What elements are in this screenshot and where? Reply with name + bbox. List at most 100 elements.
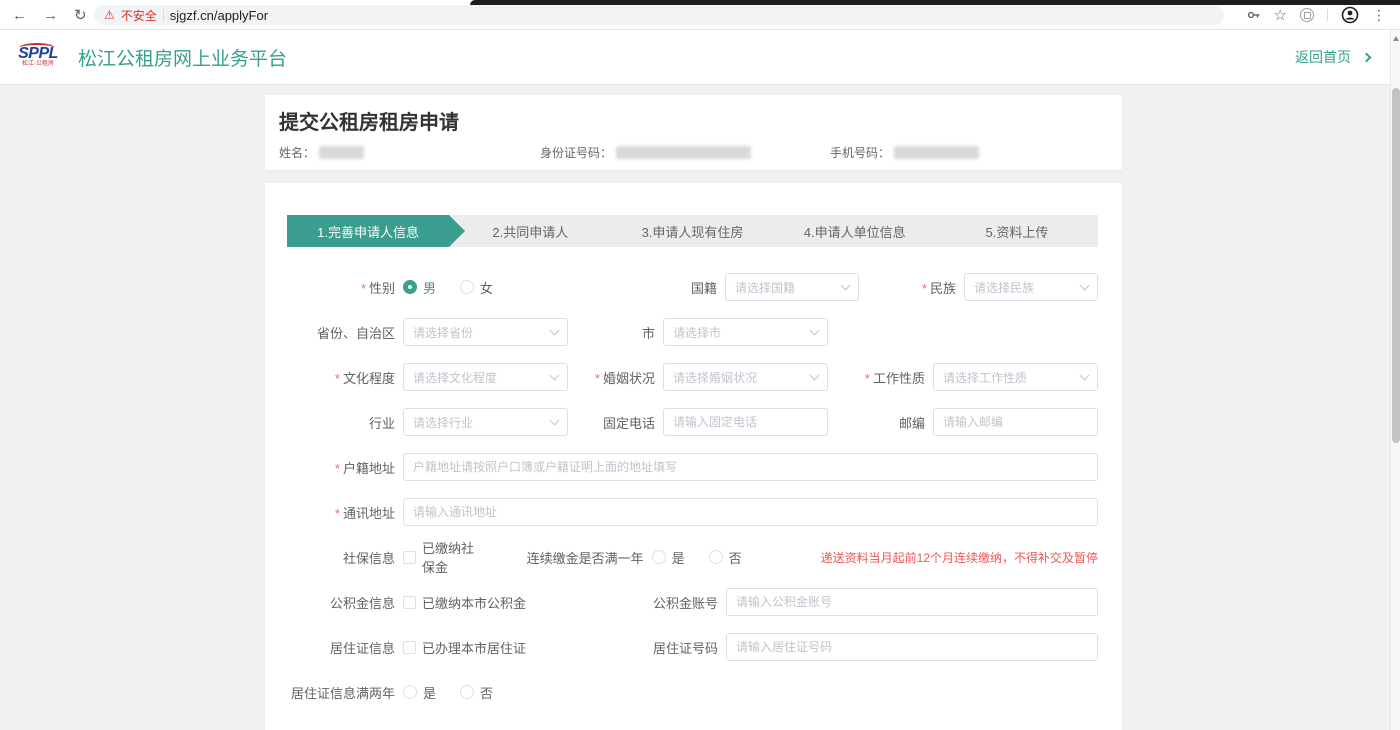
- forward-icon[interactable]: →: [43, 7, 58, 24]
- social-security-checkbox-label[interactable]: 已缴纳社保金: [422, 538, 486, 576]
- chevron-down-icon: [841, 281, 851, 291]
- step-2-co-applicants[interactable]: 2.共同申请人: [449, 215, 611, 247]
- password-key-icon[interactable]: [1247, 8, 1261, 22]
- residence-no-label: 居住证号码: [526, 638, 718, 657]
- continuous-payment-no-radio[interactable]: [709, 550, 723, 564]
- bookmark-star-icon[interactable]: ☆: [1274, 6, 1287, 24]
- continuous-payment-label: 连续缴金是否满一年: [486, 548, 644, 567]
- city-select[interactable]: 请选择市: [663, 318, 828, 346]
- contact-address-input[interactable]: [403, 498, 1098, 526]
- page-title: 提交公租房租房申请: [279, 106, 1108, 135]
- ethnic-select[interactable]: 请选择民族: [964, 273, 1098, 301]
- divider: [1327, 9, 1328, 21]
- telephone-input[interactable]: [663, 408, 828, 436]
- sppl-logo[interactable]: SPPL 松江·公租房: [14, 47, 62, 68]
- chevron-down-icon: [1080, 281, 1090, 291]
- residence-checkbox[interactable]: [403, 641, 416, 654]
- work-type-label: 工作性质: [828, 368, 925, 387]
- divider: [163, 9, 164, 21]
- chevron-down-icon: [810, 326, 820, 336]
- education-select[interactable]: 请选择文化程度: [403, 363, 568, 391]
- applicant-form: 性别 男 女 国籍 请选择国籍 民族 请选择民族: [287, 273, 1098, 706]
- city-label: 市: [568, 323, 655, 342]
- residence-two-years-yes-label[interactable]: 是: [423, 683, 436, 702]
- chevron-down-icon: [550, 371, 560, 381]
- work-type-select[interactable]: 请选择工作性质: [933, 363, 1098, 391]
- page: ← → ↻ ⚠ 不安全 sjgzf.cn/applyFor ☆ ⋮: [0, 0, 1400, 730]
- logo-arc: [19, 43, 55, 53]
- gender-female-radio[interactable]: [460, 280, 474, 294]
- fund-account-input[interactable]: [726, 588, 1098, 616]
- marriage-label: 婚姻状况: [568, 368, 655, 387]
- phone-value-redacted: [894, 146, 979, 159]
- telephone-label: 固定电话: [568, 413, 655, 432]
- name-value-redacted: [319, 146, 364, 159]
- application-form-card: 1.完善申请人信息 2.共同申请人 3.申请人现有住房 4.申请人单位信息 5.…: [265, 183, 1122, 730]
- postcode-input[interactable]: [933, 408, 1098, 436]
- social-security-note: 递送资料当月起前12个月连续缴纳，不得补交及暂停: [821, 549, 1098, 566]
- extension-icon[interactable]: [1300, 8, 1314, 22]
- url-text[interactable]: sjgzf.cn/applyFor: [170, 8, 268, 23]
- residence-two-years-label: 居住证信息满两年: [287, 683, 395, 702]
- social-security-checkbox[interactable]: [403, 551, 416, 564]
- step-1-applicant-info[interactable]: 1.完善申请人信息: [287, 215, 449, 247]
- address-bar[interactable]: ⚠ 不安全 sjgzf.cn/applyFor: [94, 5, 1224, 25]
- residence-no-input[interactable]: [726, 633, 1098, 661]
- industry-label: 行业: [287, 413, 395, 432]
- continuous-payment-yes-label[interactable]: 是: [672, 548, 685, 567]
- back-icon[interactable]: ←: [12, 7, 27, 24]
- industry-select[interactable]: 请选择行业: [403, 408, 568, 436]
- fund-checkbox[interactable]: [403, 596, 416, 609]
- residence-two-years-no-radio[interactable]: [460, 685, 474, 699]
- step-5-upload-documents[interactable]: 5.资料上传: [936, 215, 1098, 247]
- postcode-label: 邮编: [828, 413, 925, 432]
- province-select[interactable]: 请选择省份: [403, 318, 568, 346]
- back-home-label: 返回首页: [1295, 47, 1351, 67]
- back-home-link[interactable]: 返回首页: [1295, 47, 1370, 67]
- social-security-label: 社保信息: [287, 548, 395, 567]
- nationality-select[interactable]: 请选择国籍: [725, 273, 859, 301]
- continuous-payment-yes-radio[interactable]: [652, 550, 666, 564]
- apply-summary-card: 提交公租房租房申请 姓名： 身份证号码： 手机号码：: [265, 95, 1122, 170]
- education-label: 文化程度: [287, 368, 395, 387]
- chevron-down-icon: [550, 416, 560, 426]
- residence-two-years-yes-radio[interactable]: [403, 685, 417, 699]
- chevron-down-icon: [550, 326, 560, 336]
- reload-icon[interactable]: ↻: [74, 6, 87, 24]
- chevron-right-icon: [1362, 53, 1372, 63]
- marriage-select[interactable]: 请选择婚姻状况: [663, 363, 828, 391]
- chrome-menu-icon[interactable]: ⋮: [1372, 7, 1386, 24]
- contact-address-label: 通讯地址: [287, 503, 395, 522]
- gender-male-label[interactable]: 男: [423, 278, 436, 297]
- residence-label: 居住证信息: [287, 638, 395, 657]
- fund-account-label: 公积金账号: [526, 593, 718, 612]
- census-address-label: 户籍地址: [287, 458, 395, 477]
- fund-checkbox-label[interactable]: 已缴纳本市公积金: [422, 593, 526, 612]
- step-bar: 1.完善申请人信息 2.共同申请人 3.申请人现有住房 4.申请人单位信息 5.…: [287, 215, 1098, 247]
- scroll-up-arrow-icon[interactable]: [1393, 36, 1399, 41]
- main-content: 提交公租房租房申请 姓名： 身份证号码： 手机号码： 1.完善申请人信息: [0, 85, 1400, 730]
- site-title: 松江公租房网上业务平台: [78, 44, 287, 71]
- security-warning-icon[interactable]: ⚠: [104, 9, 115, 21]
- logo-subtext: 松江·公租房: [14, 61, 62, 68]
- id-number-value-redacted: [616, 146, 751, 159]
- tabstrip-edge: [470, 0, 1400, 5]
- residence-checkbox-label[interactable]: 已办理本市居住证: [422, 638, 526, 657]
- name-label: 姓名：: [279, 144, 315, 161]
- gender-female-label[interactable]: 女: [480, 278, 493, 297]
- site-header: SPPL 松江·公租房 松江公租房网上业务平台 返回首页: [0, 30, 1400, 85]
- step-4-employer-info[interactable]: 4.申请人单位信息: [774, 215, 936, 247]
- gender-label: 性别: [287, 278, 395, 297]
- nationality-label: 国籍: [621, 278, 717, 297]
- step-3-current-housing[interactable]: 3.申请人现有住房: [611, 215, 773, 247]
- census-address-input[interactable]: [403, 453, 1098, 481]
- page-scrollbar[interactable]: [1390, 30, 1400, 730]
- residence-two-years-no-label[interactable]: 否: [480, 683, 493, 702]
- scrollbar-thumb[interactable]: [1392, 88, 1400, 443]
- id-number-label: 身份证号码：: [540, 144, 612, 161]
- phone-label: 手机号码：: [830, 144, 890, 161]
- profile-avatar-icon[interactable]: [1341, 6, 1359, 24]
- chevron-down-icon: [1080, 371, 1090, 381]
- gender-male-radio[interactable]: [403, 280, 417, 294]
- continuous-payment-no-label[interactable]: 否: [729, 548, 742, 567]
